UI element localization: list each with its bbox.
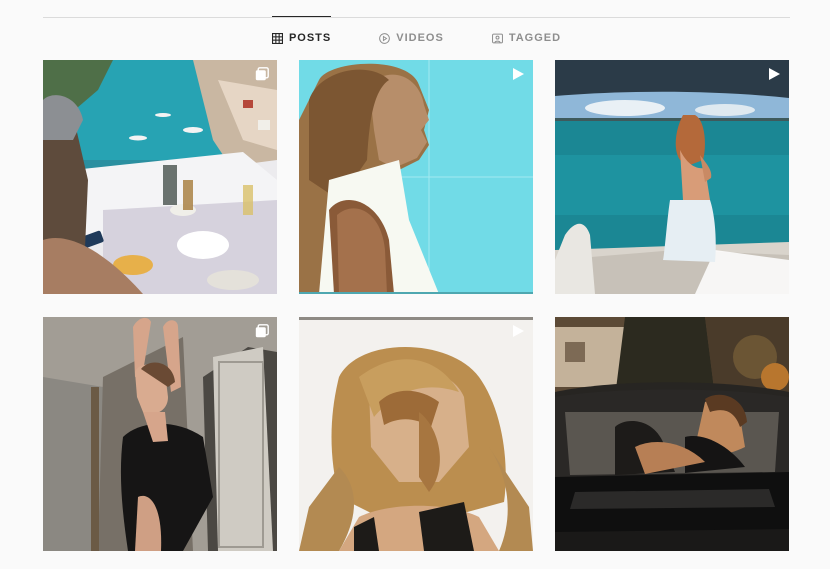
post-tile[interactable] bbox=[555, 317, 789, 551]
profile-tabs: POSTS VIDEOS TAGGED bbox=[43, 16, 790, 59]
carousel-icon bbox=[255, 324, 269, 338]
tab-posts-label: POSTS bbox=[288, 32, 332, 44]
post-photo bbox=[555, 60, 789, 294]
tab-videos-label: VIDEOS bbox=[396, 32, 444, 44]
play-circle-icon bbox=[379, 32, 391, 44]
post-tile[interactable] bbox=[555, 60, 789, 294]
post-photo bbox=[43, 60, 277, 294]
post-tile[interactable] bbox=[299, 60, 533, 294]
grid-icon bbox=[271, 32, 283, 44]
post-tile[interactable] bbox=[43, 317, 277, 551]
tagged-icon bbox=[491, 33, 503, 44]
post-tile[interactable] bbox=[43, 60, 277, 294]
post-tile[interactable] bbox=[299, 317, 533, 551]
posts-grid bbox=[43, 60, 790, 551]
video-icon bbox=[511, 324, 525, 338]
post-photo bbox=[555, 317, 789, 551]
tab-videos[interactable]: VIDEOS bbox=[379, 17, 444, 59]
tab-tagged-label: TAGGED bbox=[508, 32, 562, 44]
carousel-icon bbox=[255, 67, 269, 81]
tab-tagged[interactable]: TAGGED bbox=[491, 17, 562, 59]
video-icon bbox=[511, 67, 525, 81]
post-photo bbox=[299, 60, 533, 294]
post-photo bbox=[299, 317, 533, 551]
tab-posts[interactable]: POSTS bbox=[271, 16, 332, 59]
video-icon bbox=[767, 67, 781, 81]
post-photo bbox=[43, 317, 277, 551]
